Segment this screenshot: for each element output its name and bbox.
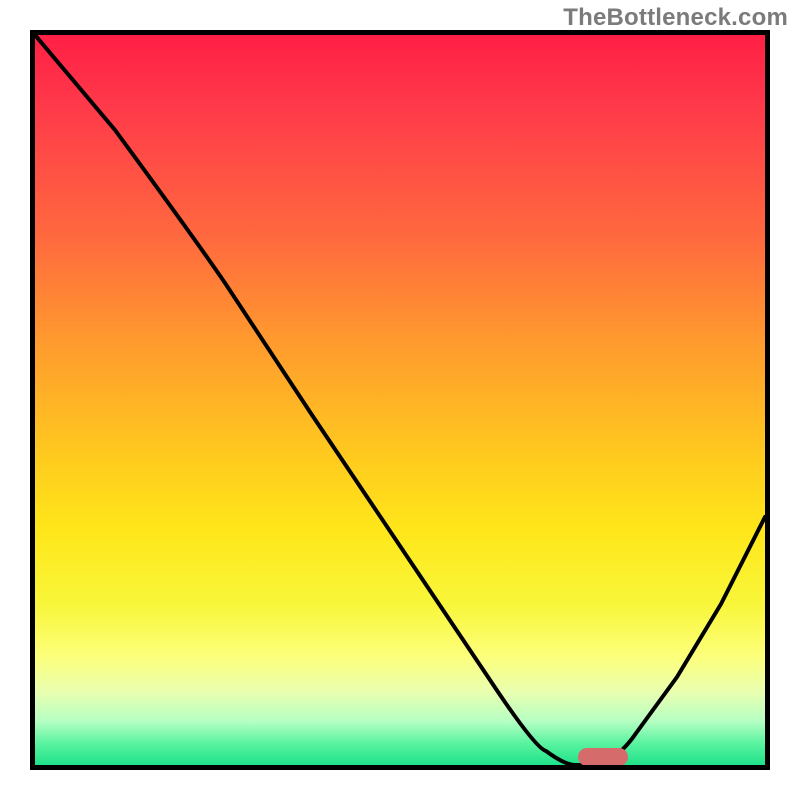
- bottleneck-curve-path: [35, 35, 765, 765]
- watermark-text: TheBottleneck.com: [563, 4, 788, 32]
- optimal-marker-icon: [578, 748, 628, 766]
- plot-area: [30, 30, 770, 770]
- bottleneck-curve-svg: [35, 35, 765, 765]
- chart-stage: TheBottleneck.com: [0, 0, 800, 800]
